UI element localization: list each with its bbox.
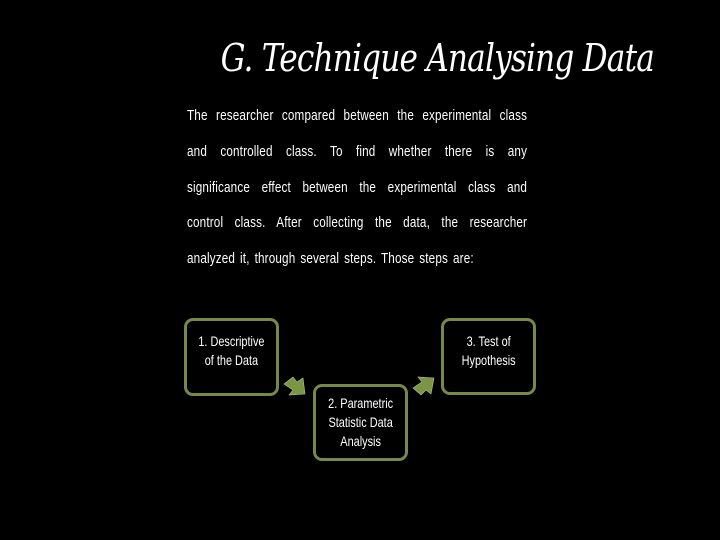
step-label: 3. Test of Hypothesis [461,332,516,368]
arrow-right-down-icon [283,376,306,396]
step-label: 2. Parametric Statistic Data Analysis [328,395,393,449]
slide-title: G. Technique Analysing Data [220,36,655,80]
slide: G. Technique Analysing Data The research… [0,0,720,540]
arrow-shape [283,376,306,396]
body-text: The researcher compared between the expe… [187,107,528,268]
arrow-right-up-icon [412,376,435,396]
step-box-descriptive: 1. Descriptive of the Data [184,318,279,396]
step-box-parametric: 2. Parametric Statistic Data Analysis [313,384,408,461]
arrow-shape [412,376,435,396]
step-label: 1. Descriptive of the Data [198,333,265,368]
step-box-hypothesis: 3. Test of Hypothesis [441,318,536,395]
body-paragraph: The researcher compared between the expe… [187,98,527,277]
